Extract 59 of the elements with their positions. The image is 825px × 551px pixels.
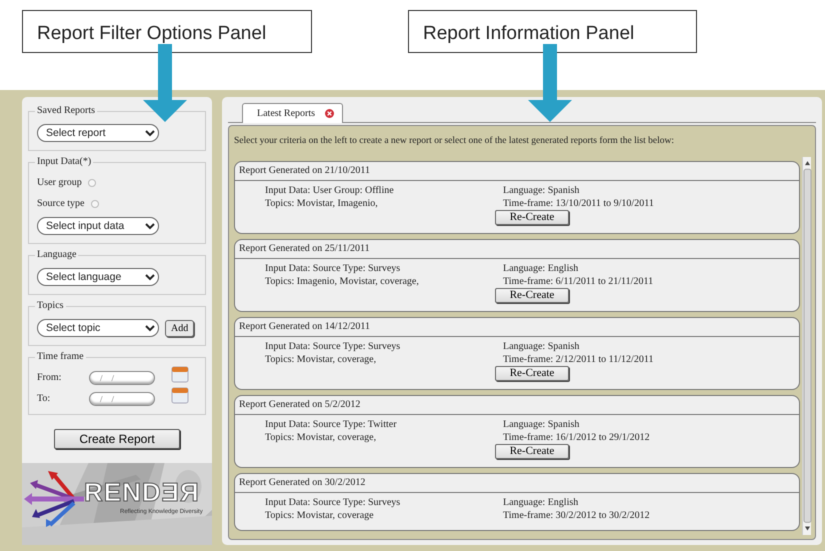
re-create-button[interactable]: Re-Create <box>494 444 570 460</box>
topics-text: Topics: Movistar, coverage, <box>265 353 378 366</box>
section-legend: Saved Reports <box>35 106 98 116</box>
language-text: Language: Spanish <box>503 184 580 198</box>
time-frame-text: Time-frame: 13/10/2011 to 9/10/2011 <box>503 197 655 210</box>
language-text: Language: English <box>503 262 580 276</box>
add-button[interactable]: Add <box>165 320 194 336</box>
instruction-text: Select your criteria on the left to create a new report or select one of the latest generated reports form the list below: <box>234 136 675 148</box>
down-arrow-icon <box>143 44 187 122</box>
radio-button[interactable] <box>88 178 96 186</box>
re-create-button[interactable]: Re-Create <box>494 288 570 304</box>
radio-label: Source type <box>37 197 84 211</box>
section-legend: Input Data(*) <box>35 157 94 167</box>
input-data-text: Input Data: Source Type: Twitter <box>265 418 398 432</box>
radio-button[interactable] <box>90 200 98 208</box>
report-title: Report Generated on 5/2/2012 <box>235 396 799 416</box>
input-data-text: Input Data: Source Type: Surveys <box>265 262 402 276</box>
input-data-text: Input Data: User Group: Offline <box>265 184 395 198</box>
dropdown[interactable]: Select input data <box>37 217 159 235</box>
dropdown[interactable]: Select topic <box>37 319 159 337</box>
section-legend: Topics <box>35 301 66 311</box>
topics-text: Topics: Movistar, Imagenio, <box>265 197 379 210</box>
calendar-icon <box>171 386 189 404</box>
callout-label: Report Filter Options Panel <box>22 10 312 53</box>
topics-text: Topics: Movistar, coverage <box>265 509 375 522</box>
callout-label: Report Information Panel <box>408 10 697 53</box>
report-title: Report Generated on 25/11/2011 <box>235 240 799 260</box>
section-legend: Time frame <box>35 352 86 362</box>
radio-label: User group <box>37 176 82 190</box>
re-create-button[interactable]: Re-Create <box>494 210 570 226</box>
dropdown[interactable]: Select language <box>37 268 159 286</box>
language-text: Language: Spanish <box>503 418 580 432</box>
time-frame-text: Time-frame: 2/12/2011 to 11/12/2011 <box>503 353 654 366</box>
tab[interactable]: Latest Reports <box>242 103 344 123</box>
report-title: Report Generated on 21/10/2011 <box>235 162 799 182</box>
time-frame-text: Time-frame: 30/2/2012 to 30/2/2012 <box>503 509 651 522</box>
scrollbar[interactable] <box>802 157 811 535</box>
topics-text: Topics: Movistar, coverage, <box>265 431 378 444</box>
logo-wordmark: RENDƎЯ <box>84 479 200 505</box>
dropdown[interactable]: Select report <box>37 124 159 142</box>
language-text: Language: Spanish <box>503 340 580 354</box>
re-create-button[interactable]: Re-Create <box>494 366 570 382</box>
section-legend: Language <box>35 250 78 260</box>
topics-text: Topics: Imagenio, Movistar, coverage, <box>265 275 420 288</box>
date-field[interactable]: / / <box>89 370 155 384</box>
date-label: To: <box>37 392 52 406</box>
report-title: Report Generated on 14/12/2011 <box>235 318 799 338</box>
create-report-button[interactable]: Create Report <box>54 429 180 449</box>
language-text: Language: English <box>503 496 580 510</box>
close-icon[interactable] <box>325 109 334 118</box>
report-title: Report Generated on 30/2/2012 <box>235 474 799 494</box>
down-arrow-icon <box>528 44 572 122</box>
calendar-icon <box>171 364 189 382</box>
date-field[interactable]: / / <box>89 392 155 406</box>
input-data-text: Input Data: Source Type: Surveys <box>265 340 402 354</box>
time-frame-text: Time-frame: 16/1/2012 to 29/1/2012 <box>503 431 651 444</box>
date-label: From: <box>37 371 62 385</box>
time-frame-text: Time-frame: 6/11/2011 to 21/11/2011 <box>503 275 654 288</box>
input-data-text: Input Data: Source Type: Surveys <box>265 496 402 510</box>
